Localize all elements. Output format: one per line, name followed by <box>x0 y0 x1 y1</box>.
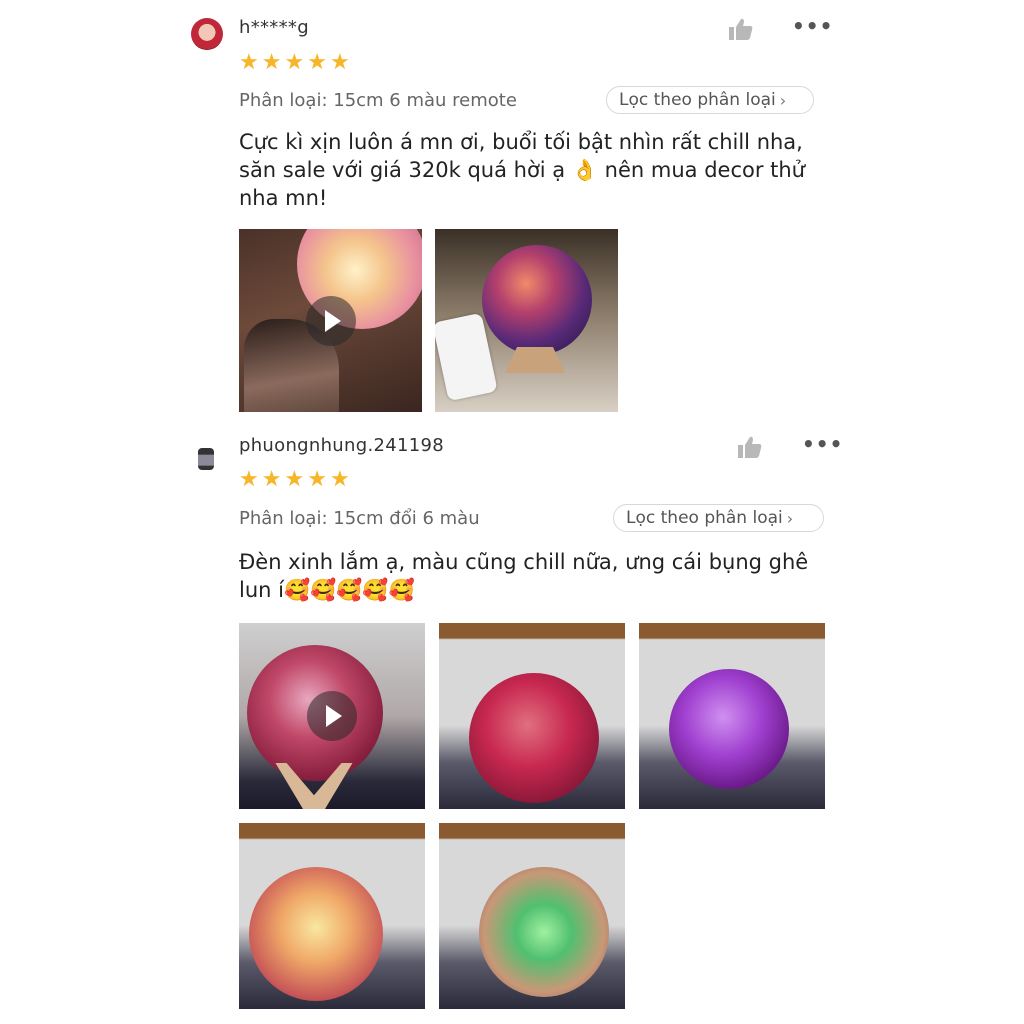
star-icon: ★ <box>261 50 282 75</box>
chevron-right-icon: › <box>779 90 787 110</box>
review-video-thumbnail[interactable] <box>239 623 425 809</box>
review-comment: Cực kì xịn luôn á mn ơi, buổi tối bật nh… <box>239 130 805 210</box>
star-icon: ★ <box>284 467 305 492</box>
variant-label: Phân loại: 15cm 6 màu remote <box>239 90 517 111</box>
more-options-icon[interactable]: ••• <box>792 14 833 38</box>
avatar[interactable] <box>191 18 223 50</box>
star-icon: ★ <box>239 467 259 492</box>
moon-lamp-image <box>469 673 599 803</box>
review-video-thumbnail[interactable] <box>239 229 422 412</box>
variant-label: Phân loại: 15cm đổi 6 màu <box>239 508 480 529</box>
star-icon: ★ <box>329 50 350 75</box>
moon-lamp-image <box>482 245 592 355</box>
review-photo[interactable] <box>439 623 625 809</box>
star-icon: ★ <box>261 467 282 492</box>
review-photo[interactable] <box>239 823 425 1009</box>
thumbs-up-icon[interactable] <box>728 17 754 41</box>
star-rating: ★ ★ ★ ★ ★ <box>239 52 350 74</box>
star-icon: ★ <box>284 50 305 75</box>
star-icon: ★ <box>307 467 327 492</box>
review-photo[interactable] <box>639 623 825 809</box>
avatar[interactable] <box>198 448 214 470</box>
review-comment: Đèn xinh lắm ạ, màu cũng chill nữa, ưng … <box>239 550 809 602</box>
star-rating: ★ ★ ★ ★ ★ <box>239 469 350 491</box>
review-item: h*****g ••• ★ ★ ★ ★ ★ Phân loại: 15cm 6 … <box>0 0 1024 420</box>
username: h*****g <box>239 17 309 38</box>
thumbs-up-icon[interactable] <box>737 435 763 459</box>
star-icon: ★ <box>239 50 259 75</box>
review-photo[interactable] <box>435 229 618 412</box>
filter-by-variant-button[interactable]: Lọc theo phân loại › <box>606 86 814 114</box>
moon-lamp-image <box>669 669 789 789</box>
review-photo[interactable] <box>439 823 625 1009</box>
filter-by-variant-button[interactable]: Lọc theo phân loại › <box>613 504 824 532</box>
moon-lamp-image <box>249 867 383 1001</box>
filter-button-label: Lọc theo phân loại <box>626 508 783 528</box>
moon-lamp-image <box>479 867 609 997</box>
chevron-right-icon: › <box>786 508 794 528</box>
more-options-icon[interactable]: ••• <box>802 432 843 456</box>
star-icon: ★ <box>307 50 327 75</box>
review-item: phuongnhung.241198 ••• ★ ★ ★ ★ ★ Phân lo… <box>0 420 1024 1024</box>
play-icon[interactable] <box>307 691 357 741</box>
star-icon: ★ <box>329 467 350 492</box>
username: phuongnhung.241198 <box>239 435 444 456</box>
play-icon[interactable] <box>305 295 356 346</box>
filter-button-label: Lọc theo phân loại <box>619 90 776 110</box>
